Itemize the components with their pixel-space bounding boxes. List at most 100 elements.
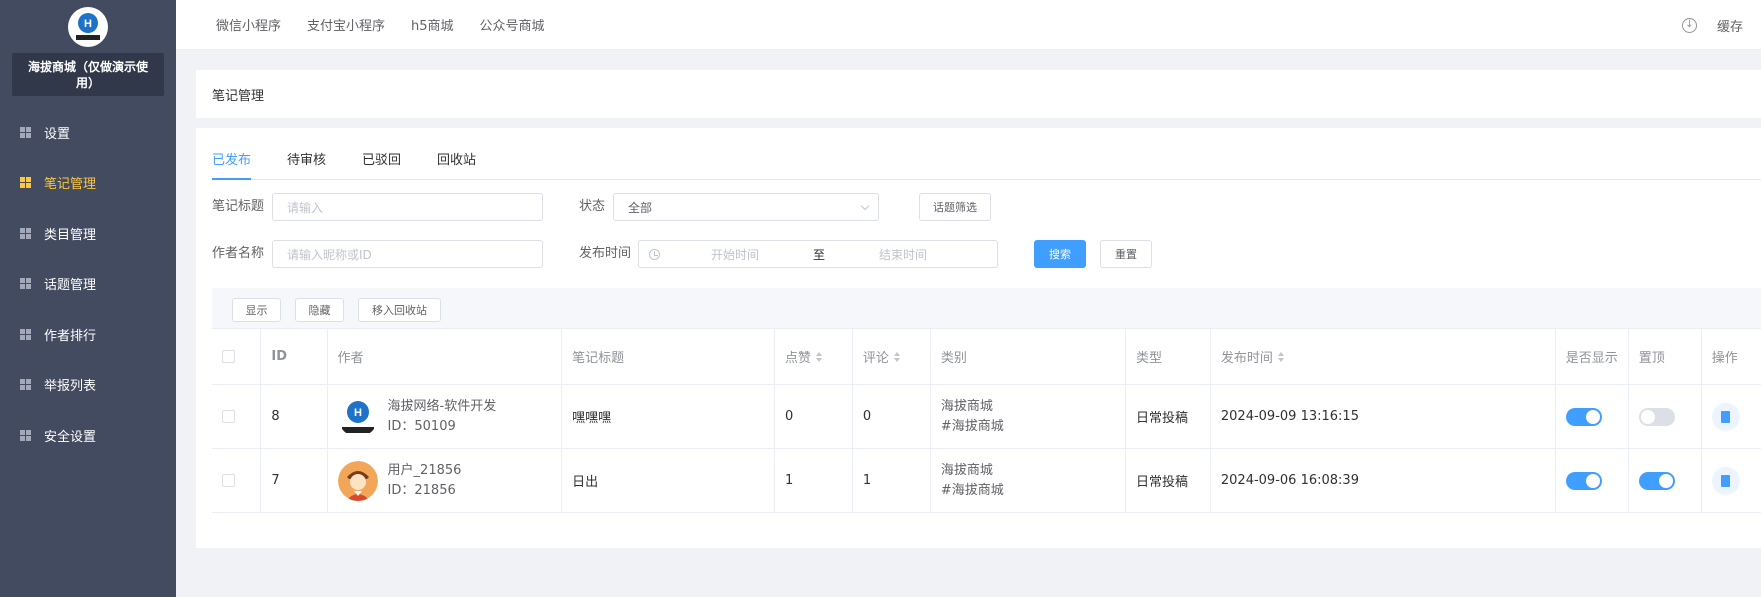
main-card: 已发布 待审核 已驳回 回收站 笔记标题 请输入 状态 全部 话题筛选 作者名称…: [196, 128, 1761, 548]
grid-icon: [20, 429, 31, 441]
cell-publish-time: 2024-09-09 13:16:15: [1211, 385, 1556, 448]
topic-filter-button[interactable]: 话题筛选: [919, 193, 991, 221]
select-all-cell: [212, 329, 262, 384]
category-shop: 海拔商城: [940, 462, 993, 478]
pinned-toggle[interactable]: [1638, 471, 1675, 490]
header-publish-time[interactable]: 发布时间: [1211, 329, 1556, 384]
sidebar-item-settings[interactable]: 设置: [0, 107, 176, 158]
end-time-placeholder: 结束时间: [878, 247, 927, 262]
note-title-input[interactable]: 请输入: [272, 193, 543, 221]
cell-pinned: [1629, 385, 1702, 448]
top-nav-official-account[interactable]: 公众号商城: [480, 15, 545, 34]
select-all-checkbox[interactable]: [222, 350, 235, 363]
grid-icon: [20, 379, 31, 391]
author-id: ID：50109: [387, 418, 456, 434]
cell-category: 海拔商城 #海拔商城: [931, 449, 1127, 512]
start-time-placeholder: 开始时间: [710, 247, 759, 262]
cell-type: 日常投稿: [1126, 449, 1211, 512]
notes-table: ID 作者 笔记标题 点赞 评论 类别 类型 发布时间 是否显示 置顶 操作 8: [212, 328, 1761, 513]
grid-icon: [20, 278, 31, 290]
search-button[interactable]: 搜索: [1034, 240, 1086, 268]
grid-icon: [20, 177, 31, 189]
cell-comments: 1: [853, 449, 931, 512]
tab-pending[interactable]: 待审核: [287, 146, 326, 179]
top-right: ↓ 缓存: [1682, 0, 1761, 50]
topbar: 微信小程序 支付宝小程序 h5商城 公众号商城 ↓ 缓存: [176, 0, 1761, 50]
shop-name: 海拔商城（仅做演示使用）: [12, 53, 164, 96]
tab-recycle-bin[interactable]: 回收站: [437, 146, 476, 179]
sort-icon[interactable]: [1277, 351, 1284, 362]
grid-icon: [20, 328, 31, 340]
reset-button[interactable]: 重置: [1100, 240, 1152, 268]
header-comments-label: 评论: [862, 351, 889, 366]
document-icon[interactable]: [1711, 402, 1740, 431]
cell-author: H 海拔网络-软件开发 ID：50109: [328, 385, 563, 448]
sidebar: H 海拔商城（仅做演示使用） 设置 笔记管理 类目管理 话题管理 作者排行 举报…: [0, 0, 176, 597]
sidebar-item-topics[interactable]: 话题管理: [0, 259, 176, 310]
cache-button[interactable]: 缓存: [1717, 16, 1761, 35]
status-select-value: 全部: [628, 200, 653, 215]
row-checkbox[interactable]: [222, 410, 235, 423]
author-avatar: H: [337, 396, 378, 437]
tab-published[interactable]: 已发布: [212, 146, 252, 180]
sort-icon[interactable]: [815, 351, 822, 362]
logo-area: H: [0, 0, 176, 50]
category-shop: 海拔商城: [940, 398, 993, 414]
visible-toggle[interactable]: [1565, 407, 1602, 426]
cell-visible: [1556, 385, 1629, 448]
grid-icon: [20, 126, 31, 138]
chevron-down-icon: [860, 201, 870, 211]
sidebar-item-label: 话题管理: [44, 278, 97, 294]
sidebar-item-categories[interactable]: 类目管理: [0, 208, 176, 259]
cell-author: 用户_21856 ID：21856: [328, 449, 563, 512]
status-select[interactable]: 全部: [613, 193, 879, 221]
tab-rejected[interactable]: 已驳回: [362, 146, 401, 179]
author-name-label: 作者名称: [212, 246, 265, 261]
table-header: ID 作者 笔记标题 点赞 评论 类别 类型 发布时间 是否显示 置顶 操作: [212, 329, 1761, 385]
table-row: 7 用户_21856 ID：21856 日出 1 1 海拔商城 #海拔商城 日常…: [212, 449, 1761, 513]
cell-actions: [1702, 385, 1761, 448]
cell-title: 日出: [562, 449, 775, 512]
sidebar-item-security[interactable]: 安全设置: [0, 410, 176, 461]
sidebar-item-author-ranking[interactable]: 作者排行: [0, 309, 176, 360]
sort-icon[interactable]: [893, 351, 900, 362]
header-likes[interactable]: 点赞: [775, 329, 853, 384]
category-topic: #海拔商城: [940, 418, 1004, 434]
sidebar-item-notes[interactable]: 笔记管理: [0, 158, 176, 209]
cell-publish-time: 2024-09-06 16:08:39: [1211, 449, 1556, 512]
hide-button[interactable]: 隐藏: [295, 298, 344, 322]
page-title: 笔记管理: [212, 88, 265, 104]
move-to-recycle-button[interactable]: 移入回收站: [358, 298, 441, 322]
top-nav-h5[interactable]: h5商城: [411, 15, 454, 34]
top-nav-alipay[interactable]: 支付宝小程序: [307, 15, 385, 34]
sidebar-item-label: 举报列表: [44, 379, 97, 395]
cell-pinned: [1629, 449, 1702, 512]
show-button[interactable]: 显示: [232, 298, 281, 322]
publish-time-label: 发布时间: [579, 246, 632, 261]
row-select-cell: [212, 449, 262, 512]
note-title-placeholder: 请输入: [287, 200, 324, 215]
header-type: 类型: [1126, 329, 1211, 384]
author-name-input[interactable]: 请输入昵称或ID: [272, 240, 543, 268]
header-category: 类别: [931, 329, 1127, 384]
row-checkbox[interactable]: [222, 474, 235, 487]
document-icon[interactable]: [1711, 466, 1740, 495]
top-nav: 微信小程序 支付宝小程序 h5商城 公众号商城: [176, 15, 571, 34]
cell-type: 日常投稿: [1126, 385, 1211, 448]
status-label: 状态: [579, 199, 606, 214]
sidebar-item-reports[interactable]: 举报列表: [0, 360, 176, 411]
note-title-label: 笔记标题: [212, 199, 265, 214]
header-title: 笔记标题: [562, 329, 775, 384]
range-separator: 至: [812, 247, 825, 262]
header-comments[interactable]: 评论: [853, 329, 931, 384]
date-range-picker[interactable]: 开始时间 至 结束时间: [638, 240, 998, 268]
top-nav-wechat[interactable]: 微信小程序: [216, 15, 281, 34]
header-visible: 是否显示: [1556, 329, 1629, 384]
author-name: 海拔网络-软件开发: [387, 398, 497, 414]
clock-icon: [649, 248, 660, 260]
header-author: 作者: [328, 329, 563, 384]
visible-toggle[interactable]: [1565, 471, 1602, 490]
download-icon[interactable]: ↓: [1682, 17, 1697, 33]
pinned-toggle[interactable]: [1638, 407, 1675, 426]
cell-likes: 1: [775, 449, 853, 512]
